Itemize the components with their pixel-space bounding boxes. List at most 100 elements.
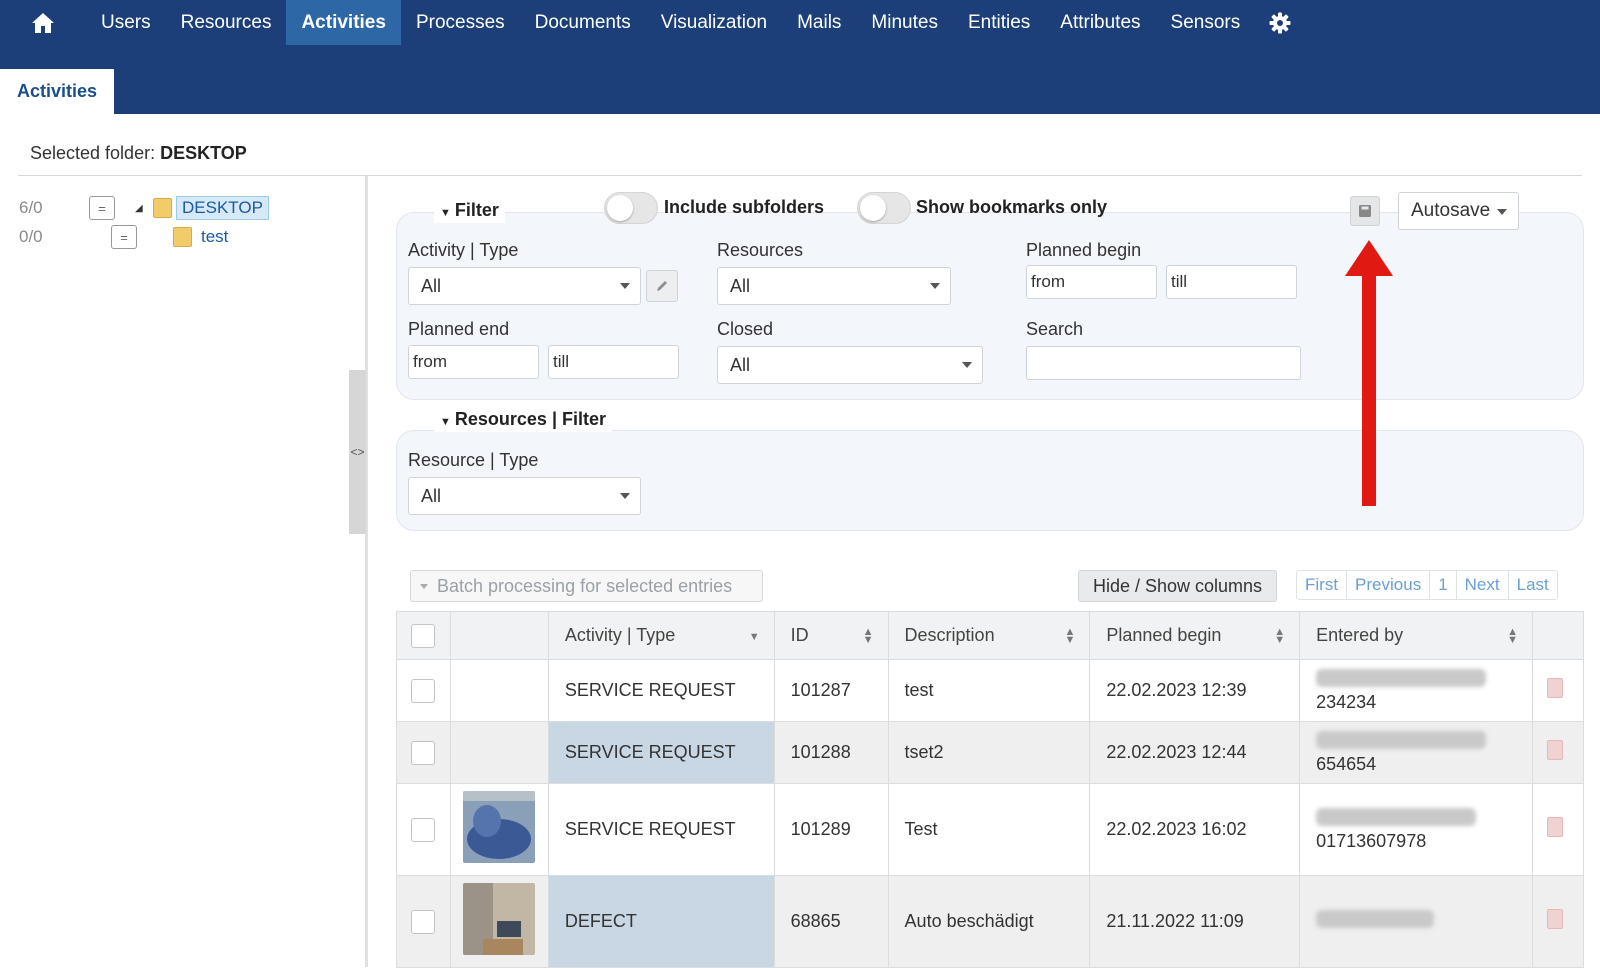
pdf-icon[interactable] (1546, 740, 1563, 760)
search-input[interactable] (1026, 346, 1301, 380)
activity-type-select[interactable]: All (408, 267, 641, 305)
search-label: Search (1026, 319, 1084, 339)
nav-entities[interactable]: Entities (953, 0, 1045, 45)
resize-handle-icon[interactable]: <> (349, 370, 366, 534)
nav-sensors[interactable]: Sensors (1156, 0, 1256, 45)
batch-processing-dropdown[interactable]: Batch processing for selected entries (410, 570, 763, 602)
sort-icon: ▲ ▼ (1274, 626, 1286, 646)
cell-planned-begin: 21.11.2022 11:09 (1089, 875, 1301, 968)
resources-label: Resources (717, 240, 804, 260)
thumbnail-cell (449, 721, 549, 784)
nav-attributes[interactable]: Attributes (1045, 0, 1155, 45)
resource-type-select[interactable]: All (408, 477, 641, 515)
table-row[interactable]: SERVICE REQUEST 101289 Test 22.02.2023 1… (396, 783, 1585, 876)
collapse-icon[interactable]: ◢ (135, 203, 149, 214)
nav-minutes[interactable]: Minutes (856, 0, 953, 45)
tree-toggle-button[interactable]: = (111, 225, 137, 249)
cell-entered-by: 654654 (1299, 721, 1533, 784)
nav-activities[interactable]: Activities (286, 0, 401, 45)
folder-icon (173, 227, 192, 247)
include-subfolders-toggle[interactable] (604, 192, 658, 224)
cell-description: Test (887, 783, 1091, 876)
table-row[interactable]: SERVICE REQUEST 101287 test 22.02.2023 1… (396, 659, 1585, 722)
pager-previous[interactable]: Previous (1347, 571, 1431, 599)
pager-first[interactable]: First (1297, 571, 1348, 599)
planned-end-till-input[interactable]: till (548, 345, 679, 379)
photo-thumbnail-icon[interactable] (462, 883, 535, 955)
tree-count: 0/0 (19, 227, 43, 246)
planned-begin-from-input[interactable]: from (1026, 265, 1157, 299)
tree-toggle-button[interactable]: = (89, 196, 115, 220)
nav-processes[interactable]: Processes (401, 0, 520, 45)
top-nav: Users Resources Activities Processes Doc… (0, 0, 1600, 45)
pdf-icon[interactable] (1546, 817, 1563, 837)
cell-planned-begin: 22.02.2023 12:44 (1089, 721, 1301, 784)
select-all-cell (396, 611, 451, 660)
home-icon[interactable] (0, 0, 86, 45)
column-header-id[interactable]: ID ▲ ▼ (773, 611, 889, 660)
planned-begin-till-input[interactable]: till (1166, 265, 1297, 299)
pdf-icon[interactable] (1546, 909, 1563, 929)
show-bookmarks-label: Show bookmarks only (916, 197, 1108, 217)
select-all-checkbox[interactable] (411, 623, 435, 648)
pager-last[interactable]: Last (1509, 571, 1557, 599)
cell-planned-begin: 22.02.2023 16:02 (1089, 783, 1301, 876)
photo-thumbnail-icon[interactable] (462, 791, 535, 863)
cell-id: 101287 (773, 659, 889, 722)
cell-entered-by (1299, 875, 1533, 968)
row-checkbox[interactable] (411, 817, 435, 842)
nav-visualization[interactable]: Visualization (646, 0, 782, 45)
save-filter-button[interactable] (1350, 196, 1380, 226)
nav-mails[interactable]: Mails (782, 0, 856, 45)
resources-select[interactable]: All (717, 267, 951, 305)
nav-resources[interactable]: Resources (166, 0, 287, 45)
gear-icon[interactable] (1255, 0, 1305, 45)
pagination: First Previous 1 Next Last (1296, 570, 1558, 600)
selected-folder-label: Selected folder: (30, 143, 156, 163)
blurred-name (1316, 807, 1477, 826)
hide-show-columns-button[interactable]: Hide / Show columns (1078, 570, 1277, 602)
autosave-dropdown[interactable]: Autosave (1398, 192, 1519, 230)
pdf-icon[interactable] (1546, 678, 1563, 698)
activities-table: Activity | Type ▼ ID ▲ ▼ Description ▲ ▼ Plan… (396, 611, 1585, 968)
table-row[interactable]: DEFECT 68865 Auto beschädigt 21.11.2022 … (396, 875, 1585, 968)
sort-icon: ▲ ▼ (1064, 626, 1076, 646)
tree-folder-test[interactable]: test (196, 226, 233, 248)
row-checkbox[interactable] (411, 678, 435, 703)
sort-icon: ▲ ▼ (862, 626, 874, 646)
pager-page-1[interactable]: 1 (1430, 571, 1457, 599)
closed-label: Closed (717, 319, 774, 339)
planned-end-from-input[interactable]: from (408, 345, 539, 379)
tree-row-test: 0/0 = test (19, 225, 233, 249)
row-checkbox[interactable] (411, 909, 435, 934)
edit-icon[interactable] (646, 270, 678, 302)
closed-select[interactable]: All (717, 346, 983, 384)
cell-id: 101288 (773, 721, 889, 784)
planned-begin-label: Planned begin (1026, 240, 1142, 260)
blurred-name (1316, 730, 1487, 749)
chevron-down-icon (1497, 209, 1507, 215)
table-row[interactable]: SERVICE REQUEST 101288 tset2 22.02.2023 … (396, 721, 1585, 784)
column-header-planned-begin[interactable]: Planned begin ▲ ▼ (1089, 611, 1301, 660)
cell-planned-begin: 22.02.2023 12:39 (1089, 659, 1301, 722)
cell-id: 68865 (773, 875, 889, 968)
chevron-down-icon: ▼ (748, 631, 760, 643)
nav-users[interactable]: Users (86, 0, 166, 45)
nav-documents[interactable]: Documents (520, 0, 646, 45)
cell-activity-type: DEFECT (547, 875, 775, 968)
filter-title[interactable]: ▼ Filter (434, 198, 505, 223)
column-header-entered-by[interactable]: Entered by ▲ ▼ (1299, 611, 1533, 660)
tree-folder-desktop[interactable]: DESKTOP (176, 196, 269, 220)
row-checkbox[interactable] (411, 740, 435, 765)
panel-splitter[interactable] (365, 176, 368, 967)
resources-filter-title[interactable]: ▼ Resources | Filter (434, 407, 612, 432)
pager-next[interactable]: Next (1457, 571, 1509, 599)
show-bookmarks-toggle[interactable] (857, 192, 911, 224)
tab-activities[interactable]: Activities (0, 69, 114, 114)
divider (18, 175, 1582, 176)
annotation-arrow-icon (1345, 240, 1393, 506)
blurred-name (1316, 668, 1487, 687)
chevron-down-icon (620, 283, 630, 289)
column-header-activity-type[interactable]: Activity | Type ▼ (547, 611, 775, 660)
column-header-description[interactable]: Description ▲ ▼ (887, 611, 1091, 660)
